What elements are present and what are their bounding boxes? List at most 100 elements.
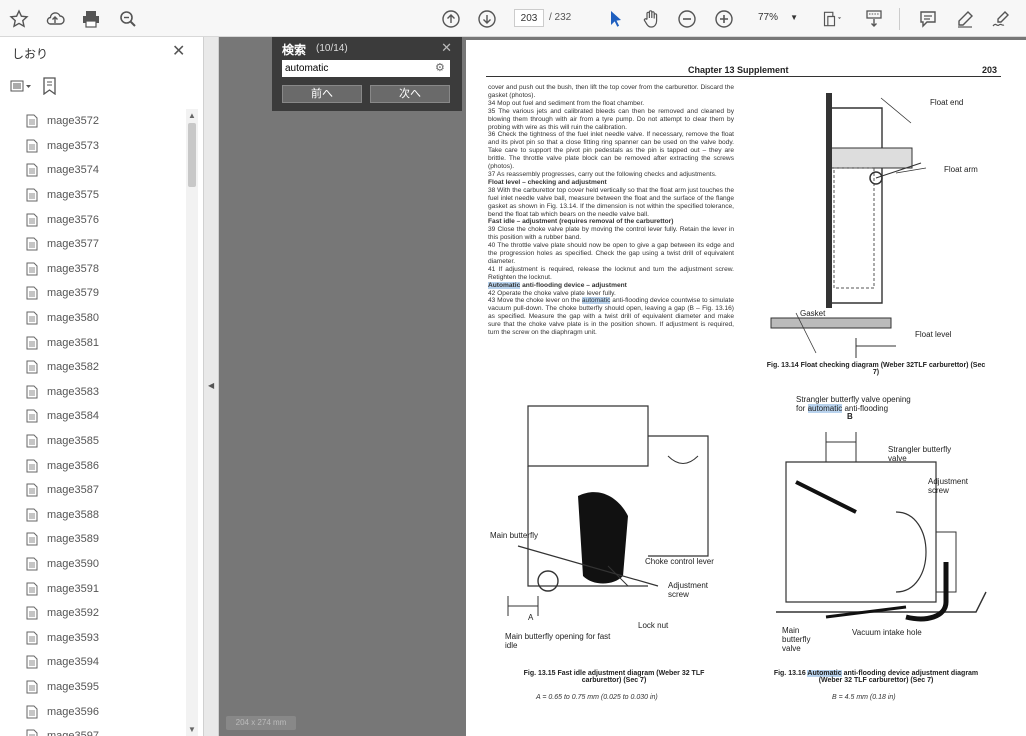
- sidebar-item[interactable]: mage3584: [0, 404, 186, 429]
- paragraph: 42 Operate the choke valve plate lever f…: [488, 289, 616, 297]
- gear-icon[interactable]: ⚙: [435, 61, 445, 74]
- sidebar-item[interactable]: mage3595: [0, 675, 186, 700]
- float-diagram: [770, 93, 927, 358]
- label-float-end: Float end: [930, 98, 964, 107]
- highlight-pen-icon[interactable]: [952, 6, 978, 32]
- page-bookmark-icon: [26, 385, 38, 399]
- sidebar-item[interactable]: mage3582: [0, 355, 186, 380]
- find-input[interactable]: automatic: [282, 60, 450, 77]
- paragraph: 37 As reassembly progresses, carry out t…: [488, 170, 717, 178]
- section-heading: Automatic anti-flooding device – adjustm…: [488, 281, 734, 290]
- bookmark-star-icon[interactable]: [6, 6, 32, 32]
- page-bookmark-icon: [26, 557, 38, 571]
- sidebar-item[interactable]: mage3581: [0, 330, 186, 355]
- sidebar-item[interactable]: mage3573: [0, 134, 186, 159]
- sidebar-item[interactable]: mage3586: [0, 453, 186, 478]
- page-number-input[interactable]: 203: [514, 9, 544, 27]
- sidebar-item[interactable]: mage3591: [0, 576, 186, 601]
- sidebar-collapse-handle[interactable]: ◀: [204, 37, 219, 736]
- find-panel: 検索 (10/14) ✕ automatic ⚙ 前へ 次へ: [272, 37, 462, 111]
- page-bookmark-icon: [26, 655, 38, 669]
- sidebar-item[interactable]: mage3578: [0, 257, 186, 282]
- hand-tool-icon[interactable]: [638, 6, 664, 32]
- toolbar: 203 / 232 77% ▼: [0, 0, 1026, 37]
- sidebar-item[interactable]: mage3576: [0, 207, 186, 232]
- scroll-down-icon[interactable]: ▼: [188, 725, 196, 734]
- sidebar-item[interactable]: mage3588: [0, 503, 186, 528]
- sidebar-item[interactable]: mage3597: [0, 724, 186, 736]
- page-number: 203: [982, 65, 998, 75]
- zoom-search-icon[interactable]: [115, 6, 141, 32]
- sidebar-scrollbar[interactable]: ▲ ▼: [186, 109, 198, 736]
- zoom-in-icon[interactable]: [711, 6, 737, 32]
- sidebar-item[interactable]: mage3580: [0, 306, 186, 331]
- pdf-page: Chapter 13 Supplement 203 cover and push…: [466, 40, 1026, 736]
- upload-cloud-icon[interactable]: [42, 6, 68, 32]
- find-next-button[interactable]: 次へ: [370, 85, 450, 103]
- paragraph: cover and push out the bush, then lift t…: [488, 84, 734, 99]
- find-prev-button[interactable]: 前へ: [282, 85, 362, 103]
- label-main-butterfly-valve: Main butterfly valve: [782, 626, 811, 653]
- page-bookmark-icon: [26, 729, 38, 736]
- sidebar-item[interactable]: mage3589: [0, 527, 186, 552]
- page-bookmark-icon: [26, 139, 38, 153]
- sidebar-item-label: mage3589: [47, 533, 99, 546]
- sidebar-item-label: mage3575: [47, 189, 99, 202]
- comment-icon[interactable]: [915, 6, 941, 32]
- sidebar-item[interactable]: mage3596: [0, 699, 186, 724]
- sidebar-item[interactable]: mage3577: [0, 232, 186, 257]
- page-bookmark-icon: [26, 262, 38, 276]
- sidebar-item[interactable]: mage3572: [0, 109, 186, 134]
- sidebar-item-label: mage3579: [47, 287, 99, 300]
- sidebar-item-label: mage3573: [47, 139, 99, 152]
- sidebar-item[interactable]: mage3590: [0, 552, 186, 577]
- sidebar-item[interactable]: mage3594: [0, 650, 186, 675]
- sidebar-item-label: mage3592: [47, 607, 99, 620]
- header-rule: [486, 76, 1001, 77]
- label-opening: Main butterfly opening for fast idle: [505, 632, 611, 650]
- sidebar-item-label: mage3580: [47, 312, 99, 325]
- sidebar-item[interactable]: mage3592: [0, 601, 186, 626]
- sidebar-item-label: mage3584: [47, 410, 99, 423]
- sidebar-item-label: mage3587: [47, 484, 99, 497]
- label-main-butterfly: Main butterfly: [490, 531, 539, 540]
- sidebar-item-label: mage3585: [47, 435, 99, 448]
- sidebar-item[interactable]: mage3587: [0, 478, 186, 503]
- zoom-select[interactable]: 77% ▼: [752, 9, 800, 27]
- sidebar-item[interactable]: mage3579: [0, 281, 186, 306]
- sidebar-item-label: mage3596: [47, 705, 99, 718]
- page-bookmark-icon: [26, 286, 38, 300]
- close-icon[interactable]: ✕: [172, 41, 185, 61]
- sidebar-item[interactable]: mage3575: [0, 183, 186, 208]
- figure-caption: Fig. 13.15 Fast idle adjustment diagram …: [523, 670, 705, 684]
- page-bookmark-icon: [26, 336, 38, 350]
- sidebar-item[interactable]: mage3585: [0, 429, 186, 454]
- find-count: (10/14): [316, 43, 348, 54]
- page-bookmark-icon: [26, 237, 38, 251]
- page-size-indicator: 204 x 274 mm: [226, 716, 296, 730]
- scroll-up-icon[interactable]: ▲: [188, 111, 196, 120]
- zoom-out-icon[interactable]: [674, 6, 700, 32]
- close-icon[interactable]: ✕: [441, 40, 452, 56]
- scroll-mode-icon[interactable]: [861, 6, 887, 32]
- prev-page-icon[interactable]: [438, 6, 464, 32]
- select-cursor-icon[interactable]: [603, 6, 629, 32]
- page-bookmark-icon: [26, 434, 38, 448]
- figure-caption: Fig. 13.14 Float checking diagram (Weber…: [766, 362, 986, 376]
- sidebar-item[interactable]: mage3574: [0, 158, 186, 183]
- sign-icon[interactable]: [988, 6, 1014, 32]
- sidebar-item-label: mage3576: [47, 213, 99, 226]
- options-list-icon[interactable]: [10, 79, 32, 93]
- label-strangler-valve: Strangler butterfly valve: [888, 445, 952, 463]
- page-header: Chapter 13 Supplement: [688, 65, 789, 75]
- print-icon[interactable]: [78, 6, 104, 32]
- sidebar-item-label: mage3583: [47, 385, 99, 398]
- sidebar-item[interactable]: mage3583: [0, 380, 186, 405]
- bookmark-add-icon[interactable]: [42, 77, 58, 95]
- next-page-icon[interactable]: [474, 6, 500, 32]
- text-span: anti-flooding device adjustment diagram …: [818, 670, 979, 684]
- paragraph: 40 The throttle valve plate should now b…: [488, 242, 734, 265]
- sidebar-item[interactable]: mage3593: [0, 625, 186, 650]
- page-fit-icon[interactable]: [815, 6, 849, 32]
- scrollbar-thumb[interactable]: [188, 123, 196, 187]
